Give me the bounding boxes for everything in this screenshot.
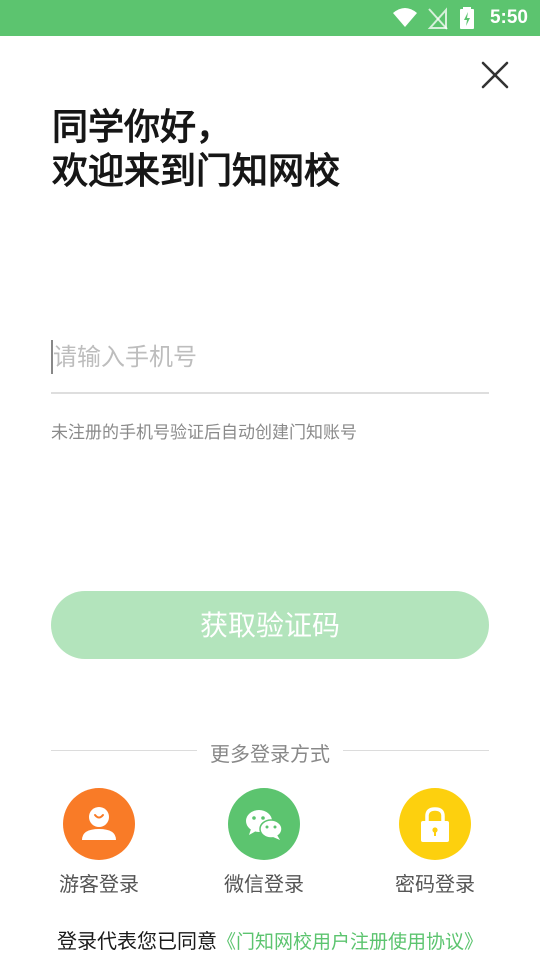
password-login-button[interactable]: 密码登录: [375, 788, 495, 898]
close-icon: [481, 61, 509, 89]
wechat-login-button[interactable]: 微信登录: [204, 788, 324, 898]
divider-line-right: [343, 750, 489, 751]
wechat-login-label: 微信登录: [224, 872, 304, 896]
no-signal-icon: [427, 7, 448, 30]
get-code-button[interactable]: 获取验证码: [51, 591, 489, 659]
guest-login-label: 游客登录: [59, 872, 139, 896]
guest-user-icon: [82, 807, 116, 840]
greeting-line-1: 同学你好，: [52, 107, 233, 148]
password-login-circle: [399, 788, 471, 860]
greeting-line-2: 欢迎来到门知网校: [52, 151, 341, 192]
status-bar: 5:50: [0, 0, 540, 36]
wifi-icon: [393, 8, 417, 27]
agreement-text: 登录代表您已同意《门知网校用户注册使用协议》: [0, 925, 540, 954]
wechat-icon: [246, 810, 283, 840]
lock-icon: [421, 807, 449, 842]
more-login-title: 更多登录方式: [210, 742, 330, 766]
more-login-divider: 更多登录方式: [51, 736, 489, 766]
phone-hint: 未注册的手机号验证后自动创建门知账号: [51, 423, 357, 443]
password-login-label: 密码登录: [395, 872, 475, 896]
phone-input[interactable]: [51, 332, 489, 382]
phone-field: [51, 332, 489, 394]
guest-login-circle: [63, 788, 135, 860]
agreement-prefix: 登录代表您已同意: [56, 929, 217, 953]
close-button[interactable]: [474, 54, 516, 96]
battery-charging-icon: [460, 7, 474, 29]
wechat-login-circle: [228, 788, 300, 860]
greeting: 同学你好， 欢迎来到门知网校: [52, 106, 340, 194]
agreement-link[interactable]: 《门知网校用户注册使用协议》: [217, 931, 483, 953]
guest-login-button[interactable]: 游客登录: [39, 788, 159, 898]
status-time: 5:50: [489, 7, 528, 28]
